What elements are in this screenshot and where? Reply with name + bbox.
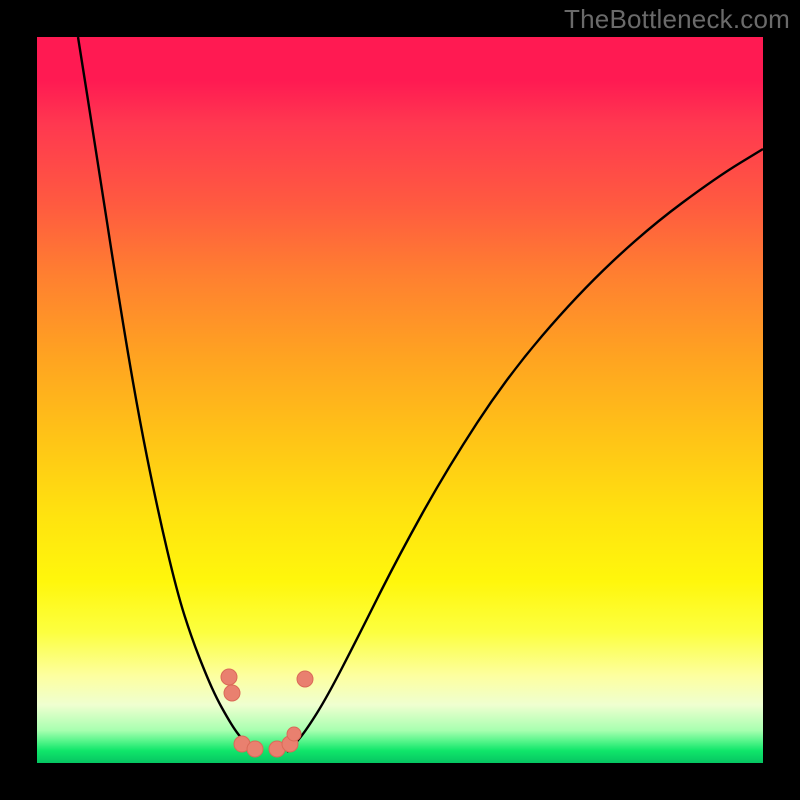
curves-svg (37, 37, 763, 763)
right-curve (287, 149, 763, 752)
plot-area (37, 37, 763, 763)
marker-point (221, 669, 237, 685)
markers (221, 669, 313, 757)
marker-point (224, 685, 240, 701)
chart-frame: TheBottleneck.com (0, 0, 800, 800)
left-curve (78, 37, 255, 752)
marker-point (247, 741, 263, 757)
watermark-text: TheBottleneck.com (564, 4, 790, 35)
marker-point (297, 671, 313, 687)
marker-point (287, 727, 301, 741)
